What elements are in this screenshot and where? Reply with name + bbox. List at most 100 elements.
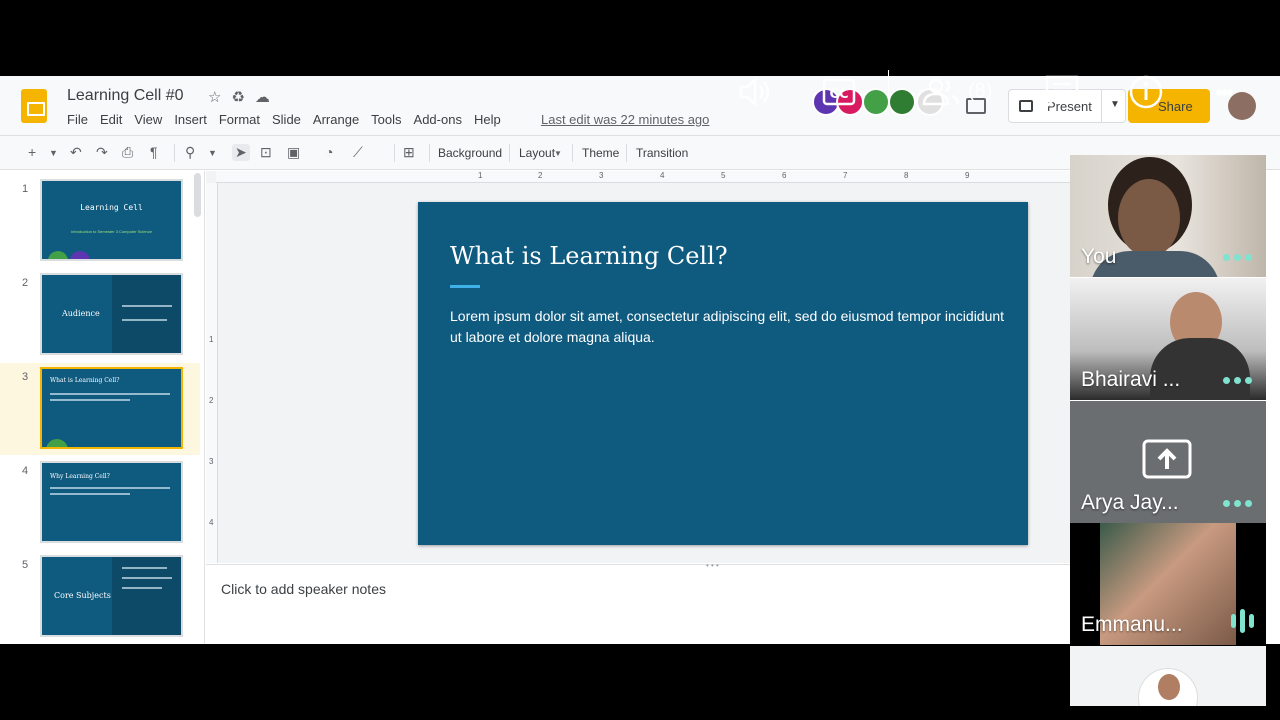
slide-title[interactable]: What is Learning Cell? [450,242,728,270]
background-button[interactable]: Background [438,146,502,160]
ruler-tick: 3 [209,457,214,466]
transition-button[interactable]: Transition [636,146,688,160]
chevron-down-icon[interactable]: ▼ [554,149,562,158]
thumb-text-line [50,493,130,495]
slide-filmstrip[interactable]: 1 Learning Cell Introduction to Semester… [0,171,205,644]
more-options-icon[interactable] [1223,500,1252,507]
participant-tile-emmanuel[interactable]: Emmanu... [1070,523,1266,645]
collaborator-avatar [48,251,68,259]
chevron-down-icon[interactable]: ▼ [49,148,58,158]
speaker-notes-placeholder[interactable]: Click to add speaker notes [221,581,386,597]
undo-icon[interactable]: ↶ [70,144,82,161]
participant-tile-self-preview[interactable] [1070,646,1266,706]
add-comment-icon[interactable]: ⊞ [403,144,415,161]
theme-button[interactable]: Theme [582,146,619,160]
slide-thumbnail-1[interactable]: 1 Learning Cell Introduction to Semester… [0,175,200,267]
chevron-down-icon[interactable]: ▼ [208,148,217,158]
menu-insert[interactable]: Insert [174,112,207,127]
slide-preview: Why Learning Cell? [40,461,183,543]
present-separator [1101,90,1102,122]
thumb-panel [112,275,181,353]
slide-thumbnail-3[interactable]: 3 What is Learning Cell? [0,363,200,455]
participant-tile-bhairavi[interactable]: Bhairavi ... [1070,278,1266,400]
text-box-icon[interactable]: ⊡ [260,144,272,161]
ruler-tick: 5 [721,171,726,180]
paint-format-icon[interactable]: ¶ [150,144,158,160]
menu-help[interactable]: Help [474,112,501,127]
thumb-subtitle: Introduction to Semester 3 Computer Scie… [71,229,152,234]
collaborator-avatar[interactable] [888,88,916,116]
star-icon[interactable]: ☆ [208,88,221,106]
slide-thumbnail-2[interactable]: 2 Audience [0,269,200,361]
account-avatar[interactable] [1228,92,1256,120]
menu-file[interactable]: File [67,112,88,127]
toolbar-divider [572,144,573,162]
select-cursor-icon[interactable]: ➤ [232,144,250,161]
menu-view[interactable]: View [134,112,162,127]
menu-edit[interactable]: Edit [100,112,122,127]
menu-arrange[interactable]: Arrange [313,112,359,127]
ruler-tick: 1 [209,335,214,344]
menu-format[interactable]: Format [219,112,260,127]
slide-number: 5 [22,559,29,571]
resize-handle[interactable]: • • • [706,561,719,570]
menu-addons[interactable]: Add-ons [414,112,462,127]
thumb-text-line [122,305,172,307]
move-folder-icon[interactable]: ♻ [231,88,244,106]
horizontal-ruler: 1 2 3 4 5 6 7 8 9 [216,171,1070,183]
document-title[interactable]: Learning Cell #0 [67,87,184,105]
speaker-notes-panel[interactable]: • • • Click to add speaker notes [206,561,1070,644]
more-options-icon[interactable]: ••• [1215,80,1234,106]
avatar [1158,674,1180,700]
shape-icon[interactable]: ◔ [325,144,333,160]
info-icon[interactable] [1128,74,1164,110]
participant-tile-arya[interactable]: Arya Jay... [1070,401,1266,523]
participant-count: (8) [968,80,993,102]
more-options-icon[interactable] [1223,254,1252,261]
ruler-tick: 9 [965,171,970,180]
current-slide[interactable]: What is Learning Cell? Lorem ipsum dolor… [418,202,1028,545]
print-icon[interactable]: ⎙ [122,144,133,161]
toolbar-divider [509,144,510,162]
captions-icon[interactable]: CC [822,78,858,108]
thumb-text-line [50,399,130,401]
participants-icon[interactable] [920,76,962,108]
menu-tools[interactable]: Tools [371,112,401,127]
vertical-ruler: 1 2 3 4 5 [206,183,218,588]
thumb-text-line [122,587,162,589]
more-options-icon[interactable] [1223,377,1252,384]
slide-number: 1 [22,183,29,195]
slide-thumbnail-4[interactable]: 4 Why Learning Cell? [0,457,200,549]
title-icons: ☆ ♻ ☁ [208,88,270,106]
ruler-tick: 4 [660,171,665,180]
ruler-tick: 3 [599,171,604,180]
line-icon[interactable]: ⟋ [353,144,363,161]
slides-logo-icon[interactable] [21,89,47,123]
collaborator-avatar[interactable] [862,88,890,116]
chat-icon[interactable] [1044,74,1082,110]
new-slide-icon[interactable]: + [28,144,36,160]
thumb-text-line [122,319,167,321]
slide-body-text[interactable]: Lorem ipsum dolor sit amet, consectetur … [450,306,1010,348]
slide-thumbnail-5[interactable]: 5 Core Subjects [0,551,200,643]
screen-share-icon [1142,439,1192,479]
chevron-down-icon[interactable]: ▼ [1110,99,1120,110]
participant-name: Arya Jay... [1081,491,1179,514]
redo-icon[interactable]: ↷ [96,144,108,161]
slide-preview: What is Learning Cell? [40,367,183,449]
cloud-icon[interactable]: ☁ [255,88,270,106]
svg-text:CC: CC [829,87,848,102]
speaker-volume-icon[interactable] [738,76,774,108]
participant-video [1118,179,1180,257]
participant-tile-you[interactable]: You [1070,155,1266,277]
last-edit-link[interactable]: Last edit was 22 minutes ago [541,112,709,127]
ruler-tick: 2 [209,396,214,405]
collaborator-avatar [46,439,68,447]
ruler-tick: 6 [782,171,787,180]
toolbar-divider [626,144,627,162]
image-icon[interactable]: ▣ [287,144,300,161]
layout-button[interactable]: Layout [519,146,555,160]
menu-slide[interactable]: Slide [272,112,301,127]
participant-name: You [1081,245,1117,268]
zoom-icon[interactable]: ⚲ [185,144,195,161]
